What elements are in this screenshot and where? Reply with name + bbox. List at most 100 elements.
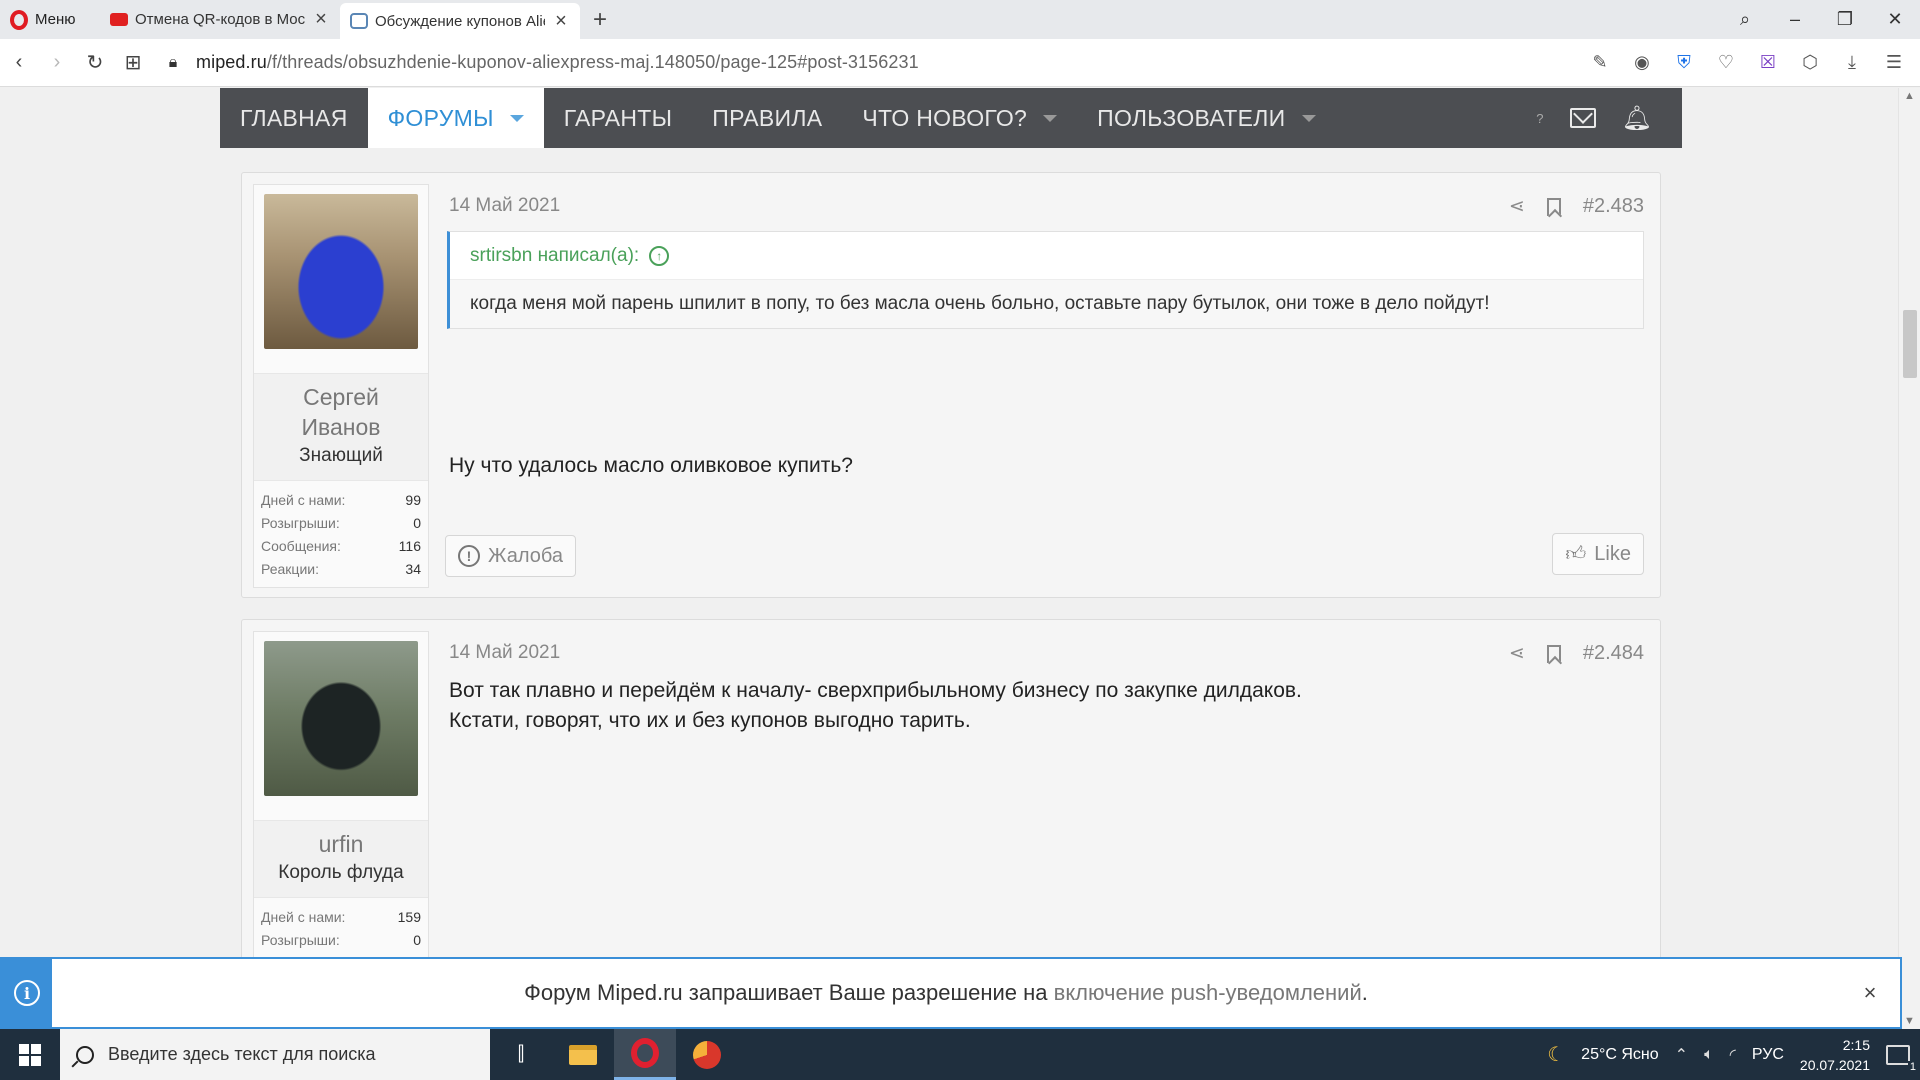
forum-navbar: ГЛАВНАЯ ФОРУМЫ ГАРАНТЫ ПРАВИЛА ЧТО НОВОГ… [220,88,1682,148]
chevron-up-icon[interactable]: ⌃ [1675,1045,1688,1065]
clock[interactable]: 2:15 20.07.2021 [1800,1035,1870,1075]
stat-label: Дней с нами: [261,909,346,925]
edit-share-icon[interactable]: ✎ [1580,52,1620,73]
stat-row: Розыгрыши: 0 [261,929,421,952]
lock-icon[interactable]: 🔒︎ [158,54,188,72]
stat-value: 116 [398,538,421,554]
username-link[interactable]: urfin [254,829,428,859]
tab-close-icon[interactable]: × [552,10,570,33]
nav-rules[interactable]: ПРАВИЛА [692,88,842,148]
restore-icon[interactable]: ❐ [1820,9,1870,30]
notification-center-icon[interactable]: 1 [1886,1044,1918,1073]
post-date-link[interactable]: 14 Май 2021 [449,195,560,217]
opera-taskbar-button[interactable] [614,1029,676,1080]
tab-qr-codes[interactable]: Отмена QR-кодов в Моск × [100,0,340,39]
help-icon[interactable]: ? [1536,111,1543,126]
bookmark-icon[interactable] [1546,644,1561,663]
scroll-down-icon[interactable]: ▼ [1904,1015,1915,1027]
username-link[interactable]: Сергей Иванов [254,382,428,442]
heart-icon[interactable]: ♡ [1706,52,1746,73]
vpn-shield-icon[interactable]: ⛨ [1664,52,1704,73]
opera-menu-button[interactable]: Меню [0,0,100,39]
share-icon[interactable]: ⋖ [1509,195,1525,218]
back-icon[interactable]: ‹ [0,51,38,74]
folder-icon [569,1044,597,1065]
address-bar: ‹ › ↻ ⊞ 🔒︎ miped.ru/f/threads/obsuzhdeni… [0,39,1920,87]
network-icon[interactable]: ◜ [1730,1045,1736,1065]
quote-text: когда меня мой парень шпилит в попу, то … [450,280,1643,328]
address-tools: ✎ ◉ ⛨ ♡ ☒ ⬡ ⤓ ☰ [1580,52,1920,73]
scroll-up-icon[interactable]: ▲ [1904,90,1915,102]
new-tab-button[interactable]: + [580,0,620,39]
post-number-link[interactable]: #2.484 [1583,642,1644,665]
user-stats: Дней с нами: 159 Розыгрыши: 0 [254,897,428,958]
avatar[interactable] [264,641,418,796]
chevron-down-icon[interactable] [1301,114,1316,122]
push-text-after: . [1361,980,1368,1005]
like-button[interactable]: 👍︎ Like [1552,533,1644,575]
user-card: Сергей Иванов Знающий Дней с нами: 99 Роз… [253,184,429,588]
moon-icon: ☾ [1547,1044,1566,1066]
bookmark-icon[interactable] [1546,197,1561,216]
task-view-button[interactable]: ⫿ [490,1029,552,1080]
avatar[interactable] [264,194,418,349]
page-scrollbar[interactable]: ▲ ▼ [1898,88,1920,1029]
post-2483: Сергей Иванов Знающий Дней с нами: 99 Роз… [241,172,1661,598]
language-indicator[interactable]: РУС [1752,1046,1784,1064]
post-message: Вот так плавно и перейдём к началу- свер… [449,676,1614,736]
menu-label: Меню [35,11,76,28]
stat-value: 0 [413,932,421,948]
chevron-down-icon[interactable] [1043,114,1058,122]
download-icon[interactable]: ⤓ [1832,52,1872,73]
cube-icon[interactable]: ⬡ [1790,52,1830,73]
taskbar-search[interactable]: Введите здесь текст для поиска [60,1029,490,1080]
easy-setup-icon[interactable]: ☰ [1874,52,1914,73]
tab-close-icon[interactable]: × [312,8,330,31]
nav-forums[interactable]: ФОРУМЫ [367,88,544,148]
push-message: Форум Miped.ru запрашивает Ваше разрешен… [52,980,1840,1006]
post-message-line: Вот так плавно и перейдём к началу- свер… [449,679,1302,702]
arrow-up-circle-icon[interactable]: ↑ [649,245,670,266]
reload-icon[interactable]: ↻ [76,50,114,75]
nav-whats-new[interactable]: ЧТО НОВОГО? [842,88,1077,148]
close-icon[interactable]: × [1840,980,1900,1006]
nav-users[interactable]: ПОЛЬЗОВАТЕЛИ [1077,88,1335,148]
weather-text[interactable]: 25°C Ясно [1581,1046,1658,1064]
minimize-icon[interactable]: – [1770,9,1820,30]
quote-author: srtirsbn написал(а): [470,244,640,266]
extension-icon[interactable]: ☒ [1748,52,1788,73]
snapshot-icon[interactable]: ◉ [1622,52,1662,73]
chevron-down-icon[interactable] [509,114,524,122]
speed-dial-icon[interactable]: ⊞ [114,50,152,75]
forum-icon [350,13,368,29]
post-date-link[interactable]: 14 Май 2021 [449,642,560,664]
quote-header[interactable]: srtirsbn написал(а): ↑ [450,232,1643,280]
scroll-thumb[interactable] [1903,310,1917,378]
ccleaner-button[interactable] [676,1029,738,1080]
youtube-icon [110,13,128,26]
start-button[interactable] [0,1029,60,1080]
warning-icon: ! [458,545,480,567]
nav-users-label: ПОЛЬЗОВАТЕЛИ [1097,104,1286,131]
file-explorer-button[interactable] [552,1029,614,1080]
nav-guarantors[interactable]: ГАРАНТЫ [544,88,693,148]
bell-icon[interactable]: 🔔︎ [1622,104,1652,133]
windows-taskbar: Введите здесь текст для поиска ⫿ ☾ 25°C … [0,1029,1920,1080]
post-number-link[interactable]: #2.483 [1583,195,1644,218]
nav-rules-label: ПРАВИЛА [712,104,823,131]
search-icon [76,1045,94,1064]
forward-icon[interactable]: › [38,51,76,74]
stat-label: Розыгрыши: [261,932,340,948]
close-window-icon[interactable]: ✕ [1870,9,1920,30]
volume-icon[interactable]: 🔈︎ [1704,1046,1714,1064]
inbox-envelope-icon[interactable] [1569,108,1596,128]
report-label: Жалоба [488,544,563,567]
url-field[interactable]: miped.ru/f/threads/obsuzhdenie-kuponov-a… [196,52,919,73]
report-button[interactable]: ! Жалоба [445,535,576,577]
nav-home[interactable]: ГЛАВНАЯ [220,88,368,148]
stat-row: Дней с нами: 99 [261,489,421,512]
push-enable-link[interactable]: включение push-уведомлений [1054,980,1362,1005]
search-tabs-icon[interactable]: ⌕ [1720,9,1770,30]
tab-coupons-discussion[interactable]: Обсуждение купонов Alie × [340,3,580,39]
share-icon[interactable]: ⋖ [1509,642,1525,665]
